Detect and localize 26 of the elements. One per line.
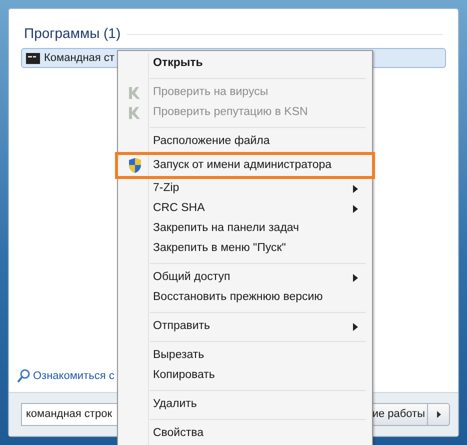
menu-item[interactable]: 7-Zip — [120, 179, 370, 199]
menu-item[interactable]: CRC SHA — [120, 199, 370, 219]
k-logo-icon — [128, 106, 142, 120]
menu-item[interactable]: Открыть — [120, 54, 370, 74]
console-icon — [26, 52, 40, 64]
more-results-link[interactable]: Ознакомиться с — [33, 368, 114, 384]
menu-item[interactable]: Отправить — [120, 317, 370, 337]
menu-item[interactable]: Копировать — [120, 366, 370, 386]
menu-item[interactable]: Закрепить в меню "Пуск" — [120, 239, 370, 259]
search-icon — [17, 368, 30, 383]
arrow-icon — [436, 411, 440, 418]
shield-icon — [127, 157, 143, 174]
k-logo-icon — [128, 86, 142, 100]
menu-item[interactable]: Расположение файла — [120, 132, 370, 152]
menu-item[interactable]: Восстановить прежнюю версию — [120, 288, 370, 308]
section-heading: Программы (1) — [24, 24, 121, 43]
menu-item[interactable]: Запуск от имени администратора — [115, 152, 375, 179]
submenu-arrow-icon — [353, 185, 358, 193]
shutdown-options-button[interactable] — [428, 403, 450, 426]
menu-item[interactable]: Свойства — [120, 424, 370, 444]
submenu-arrow-icon — [353, 323, 358, 331]
menu-item[interactable]: Вырезать — [120, 346, 370, 366]
submenu-arrow-icon — [353, 274, 358, 282]
menu-item[interactable]: Общий доступ — [120, 268, 370, 288]
submenu-arrow-icon — [353, 205, 358, 213]
menu-item[interactable]: Закрепить на панели задач — [120, 219, 370, 239]
